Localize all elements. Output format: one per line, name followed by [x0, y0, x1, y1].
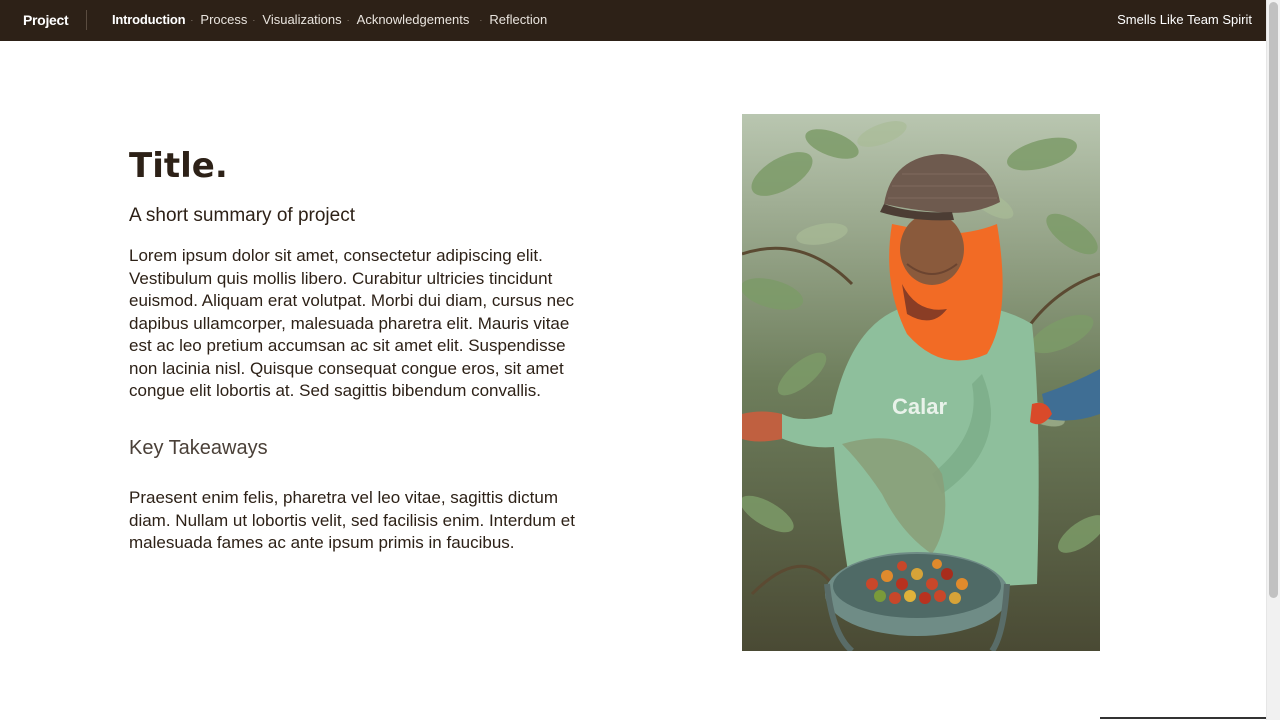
coffee-farmer-illustration: Calar — [742, 114, 1100, 651]
key-takeaways-paragraph: Praesent enim felis, pharetra vel leo vi… — [129, 488, 575, 552]
nav-reflection[interactable]: Reflection — [489, 12, 547, 27]
nav-separator: · — [346, 14, 350, 25]
page-scrollbar[interactable] — [1266, 0, 1280, 720]
nav-visualizations[interactable]: Visualizations — [262, 12, 341, 27]
key-takeaways-heading: Key Takeaways — [129, 437, 268, 459]
scrollbar-thumb[interactable] — [1269, 2, 1278, 598]
nav-separator: · — [190, 14, 194, 25]
top-navbar: Project Introduction · Process · Visuali… — [0, 0, 1266, 41]
nav-links: Introduction · Process · Visualizations … — [112, 12, 547, 27]
project-summary: A short summary of project — [129, 205, 355, 226]
shirt-logo: Calar — [892, 394, 947, 419]
coffee-farmer-photo: Calar — [742, 114, 1100, 651]
nav-introduction[interactable]: Introduction — [112, 12, 186, 27]
page-title: Title. — [129, 146, 228, 186]
nav-separator: · — [252, 14, 256, 25]
intro-paragraph: Lorem ipsum dolor sit amet, consectetur … — [129, 246, 575, 400]
team-name: Smells Like Team Spirit — [1117, 12, 1252, 27]
nav-divider — [86, 10, 87, 30]
divider-line — [1100, 717, 1266, 719]
brand-link[interactable]: Project — [23, 12, 69, 28]
nav-process[interactable]: Process — [200, 12, 247, 27]
nav-separator: · — [479, 14, 483, 25]
nav-acknowledgements[interactable]: Acknowledgements — [357, 12, 470, 27]
